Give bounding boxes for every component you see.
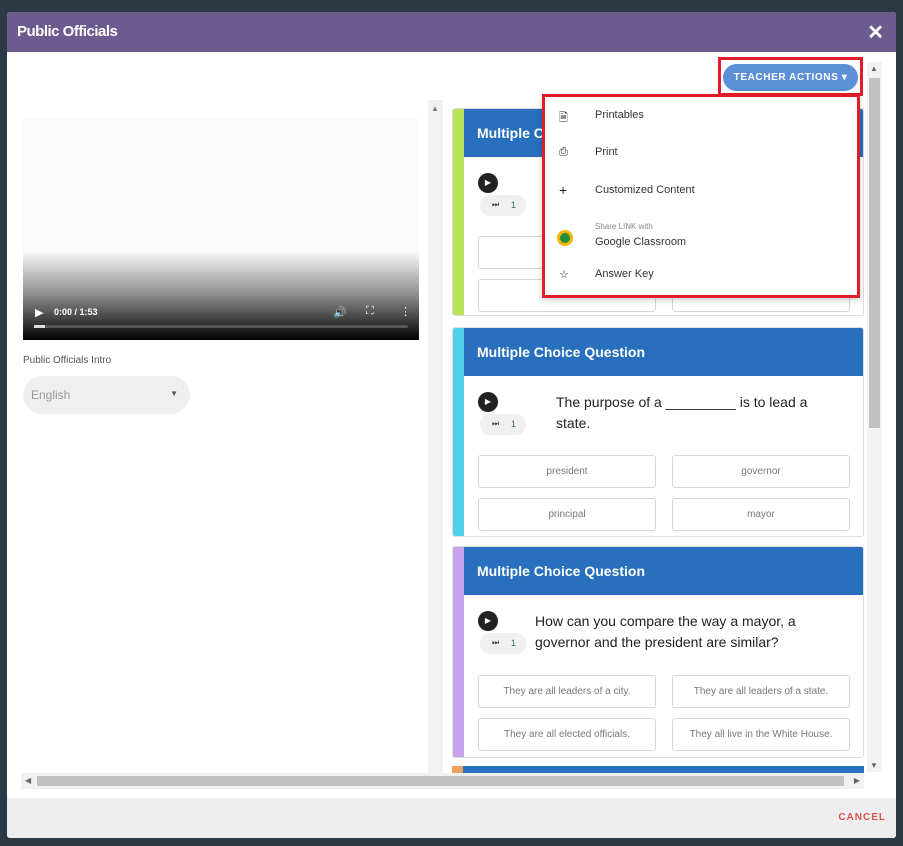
- question-text: The purpose of a _________ is to lead a …: [556, 394, 808, 431]
- question-card: Multiple Choice Question ▶ ⏭ 1 How can y…: [452, 546, 864, 758]
- skip-button[interactable]: ⏭ 1: [480, 414, 526, 435]
- play-audio-icon[interactable]: ▶: [478, 173, 498, 193]
- menu-item-label: Printables: [595, 109, 644, 121]
- language-selected-value: English: [31, 388, 71, 402]
- question-card: Multiple Choice Question ▶ ⏭ 1 The purpo…: [452, 327, 864, 537]
- questions-scrollbar[interactable]: ▲: [428, 100, 443, 776]
- scroll-left-arrow-icon[interactable]: ◀: [25, 776, 31, 785]
- menu-item-printables[interactable]: 🗎 Printables: [545, 109, 857, 125]
- teacher-actions-highlight: [718, 57, 863, 96]
- menu-item-sublabel: Share LINK with: [595, 222, 653, 231]
- vertical-scrollbar[interactable]: ▲ ▼: [867, 62, 882, 772]
- document-icon: 🗎: [559, 112, 568, 124]
- language-select[interactable]: English ▼: [23, 376, 190, 414]
- skip-count: 1: [511, 419, 517, 429]
- skip-icon: ⏭: [492, 638, 500, 647]
- fullscreen-icon[interactable]: ⛶: [366, 305, 374, 318]
- chevron-down-icon: ▼: [170, 389, 178, 398]
- play-icon[interactable]: ▶: [35, 306, 43, 319]
- modal-footer: CANCEL: [7, 798, 896, 838]
- card-stripe: [453, 547, 464, 757]
- video-time: 0:00 / 1:53: [54, 307, 98, 317]
- close-icon[interactable]: ✕: [867, 20, 884, 45]
- menu-item-label: Customized Content: [595, 184, 695, 196]
- answer-option[interactable]: They are all leaders of a state.: [672, 675, 850, 708]
- skip-icon: ⏭: [492, 419, 500, 428]
- menu-item-print[interactable]: ⎙ Print: [545, 146, 857, 162]
- video-caption: Public Officials Intro: [23, 355, 112, 366]
- play-audio-icon[interactable]: ▶: [478, 611, 498, 631]
- question-header: Multiple Choice Question: [464, 328, 863, 376]
- modal-dialog: Public Officials ✕ TEACHER ACTIONS ▾ ▲ ▼…: [7, 12, 896, 838]
- menu-item-answer-key[interactable]: ☆ Answer Key: [545, 268, 857, 284]
- answer-option[interactable]: principal: [478, 498, 656, 531]
- google-classroom-icon: [557, 230, 573, 246]
- video-controls: ▶ 0:00 / 1:53 🔊 ⛶ ⋮: [23, 300, 419, 340]
- answer-option[interactable]: mayor: [672, 498, 850, 531]
- menu-item-label: Google Classroom: [595, 236, 687, 248]
- skip-count: 1: [511, 200, 517, 210]
- menu-item-customized-content[interactable]: + Customized Content: [545, 182, 857, 200]
- scroll-up-arrow-icon[interactable]: ▲: [431, 104, 439, 113]
- printer-icon: ⎙: [559, 146, 568, 158]
- horizontal-scrollbar[interactable]: ◀ ▶: [21, 773, 864, 789]
- modal-title: Public Officials: [17, 23, 118, 40]
- menu-item-label: Answer Key: [595, 268, 654, 280]
- question-text: How can you compare the way a mayor, a g…: [535, 613, 796, 650]
- scrollbar-thumb[interactable]: [869, 78, 880, 428]
- scroll-down-arrow-icon[interactable]: ▼: [870, 761, 878, 770]
- skip-button[interactable]: ⏭ 1: [480, 195, 526, 216]
- menu-item-label: Print: [595, 146, 618, 158]
- video-progress-bar[interactable]: [34, 325, 408, 328]
- card-stripe: [453, 328, 464, 536]
- answer-option[interactable]: governor: [672, 455, 850, 488]
- question-header: Multiple Choice Question: [464, 547, 863, 595]
- skip-icon: ⏭: [492, 200, 500, 209]
- scrollbar-thumb[interactable]: [37, 776, 844, 786]
- star-icon: ☆: [559, 269, 569, 281]
- video-progress-fill: [34, 325, 46, 328]
- more-options-icon[interactable]: ⋮: [400, 305, 411, 318]
- scroll-right-arrow-icon[interactable]: ▶: [854, 776, 860, 785]
- teacher-actions-menu: 🗎 Printables ⎙ Print + Customized Conten…: [542, 94, 860, 298]
- skip-button[interactable]: ⏭ 1: [480, 633, 526, 654]
- modal-header: Public Officials ✕: [7, 12, 896, 52]
- answer-option[interactable]: president: [478, 455, 656, 488]
- video-player[interactable]: ▶ 0:00 / 1:53 🔊 ⛶ ⋮: [23, 118, 419, 340]
- answer-option[interactable]: They all live in the White House.: [672, 718, 850, 751]
- plus-icon: +: [559, 182, 568, 198]
- skip-count: 1: [511, 638, 517, 648]
- menu-item-google-classroom[interactable]: Share LINK with Google Classroom: [545, 221, 857, 251]
- scroll-up-arrow-icon[interactable]: ▲: [870, 64, 878, 73]
- play-audio-icon[interactable]: ▶: [478, 392, 498, 412]
- card-stripe: [453, 109, 464, 315]
- volume-icon[interactable]: 🔊: [333, 306, 347, 319]
- answer-option[interactable]: They are all elected officials.: [478, 718, 656, 751]
- cancel-button[interactable]: CANCEL: [838, 812, 886, 823]
- answer-option[interactable]: They are all leaders of a city.: [478, 675, 656, 708]
